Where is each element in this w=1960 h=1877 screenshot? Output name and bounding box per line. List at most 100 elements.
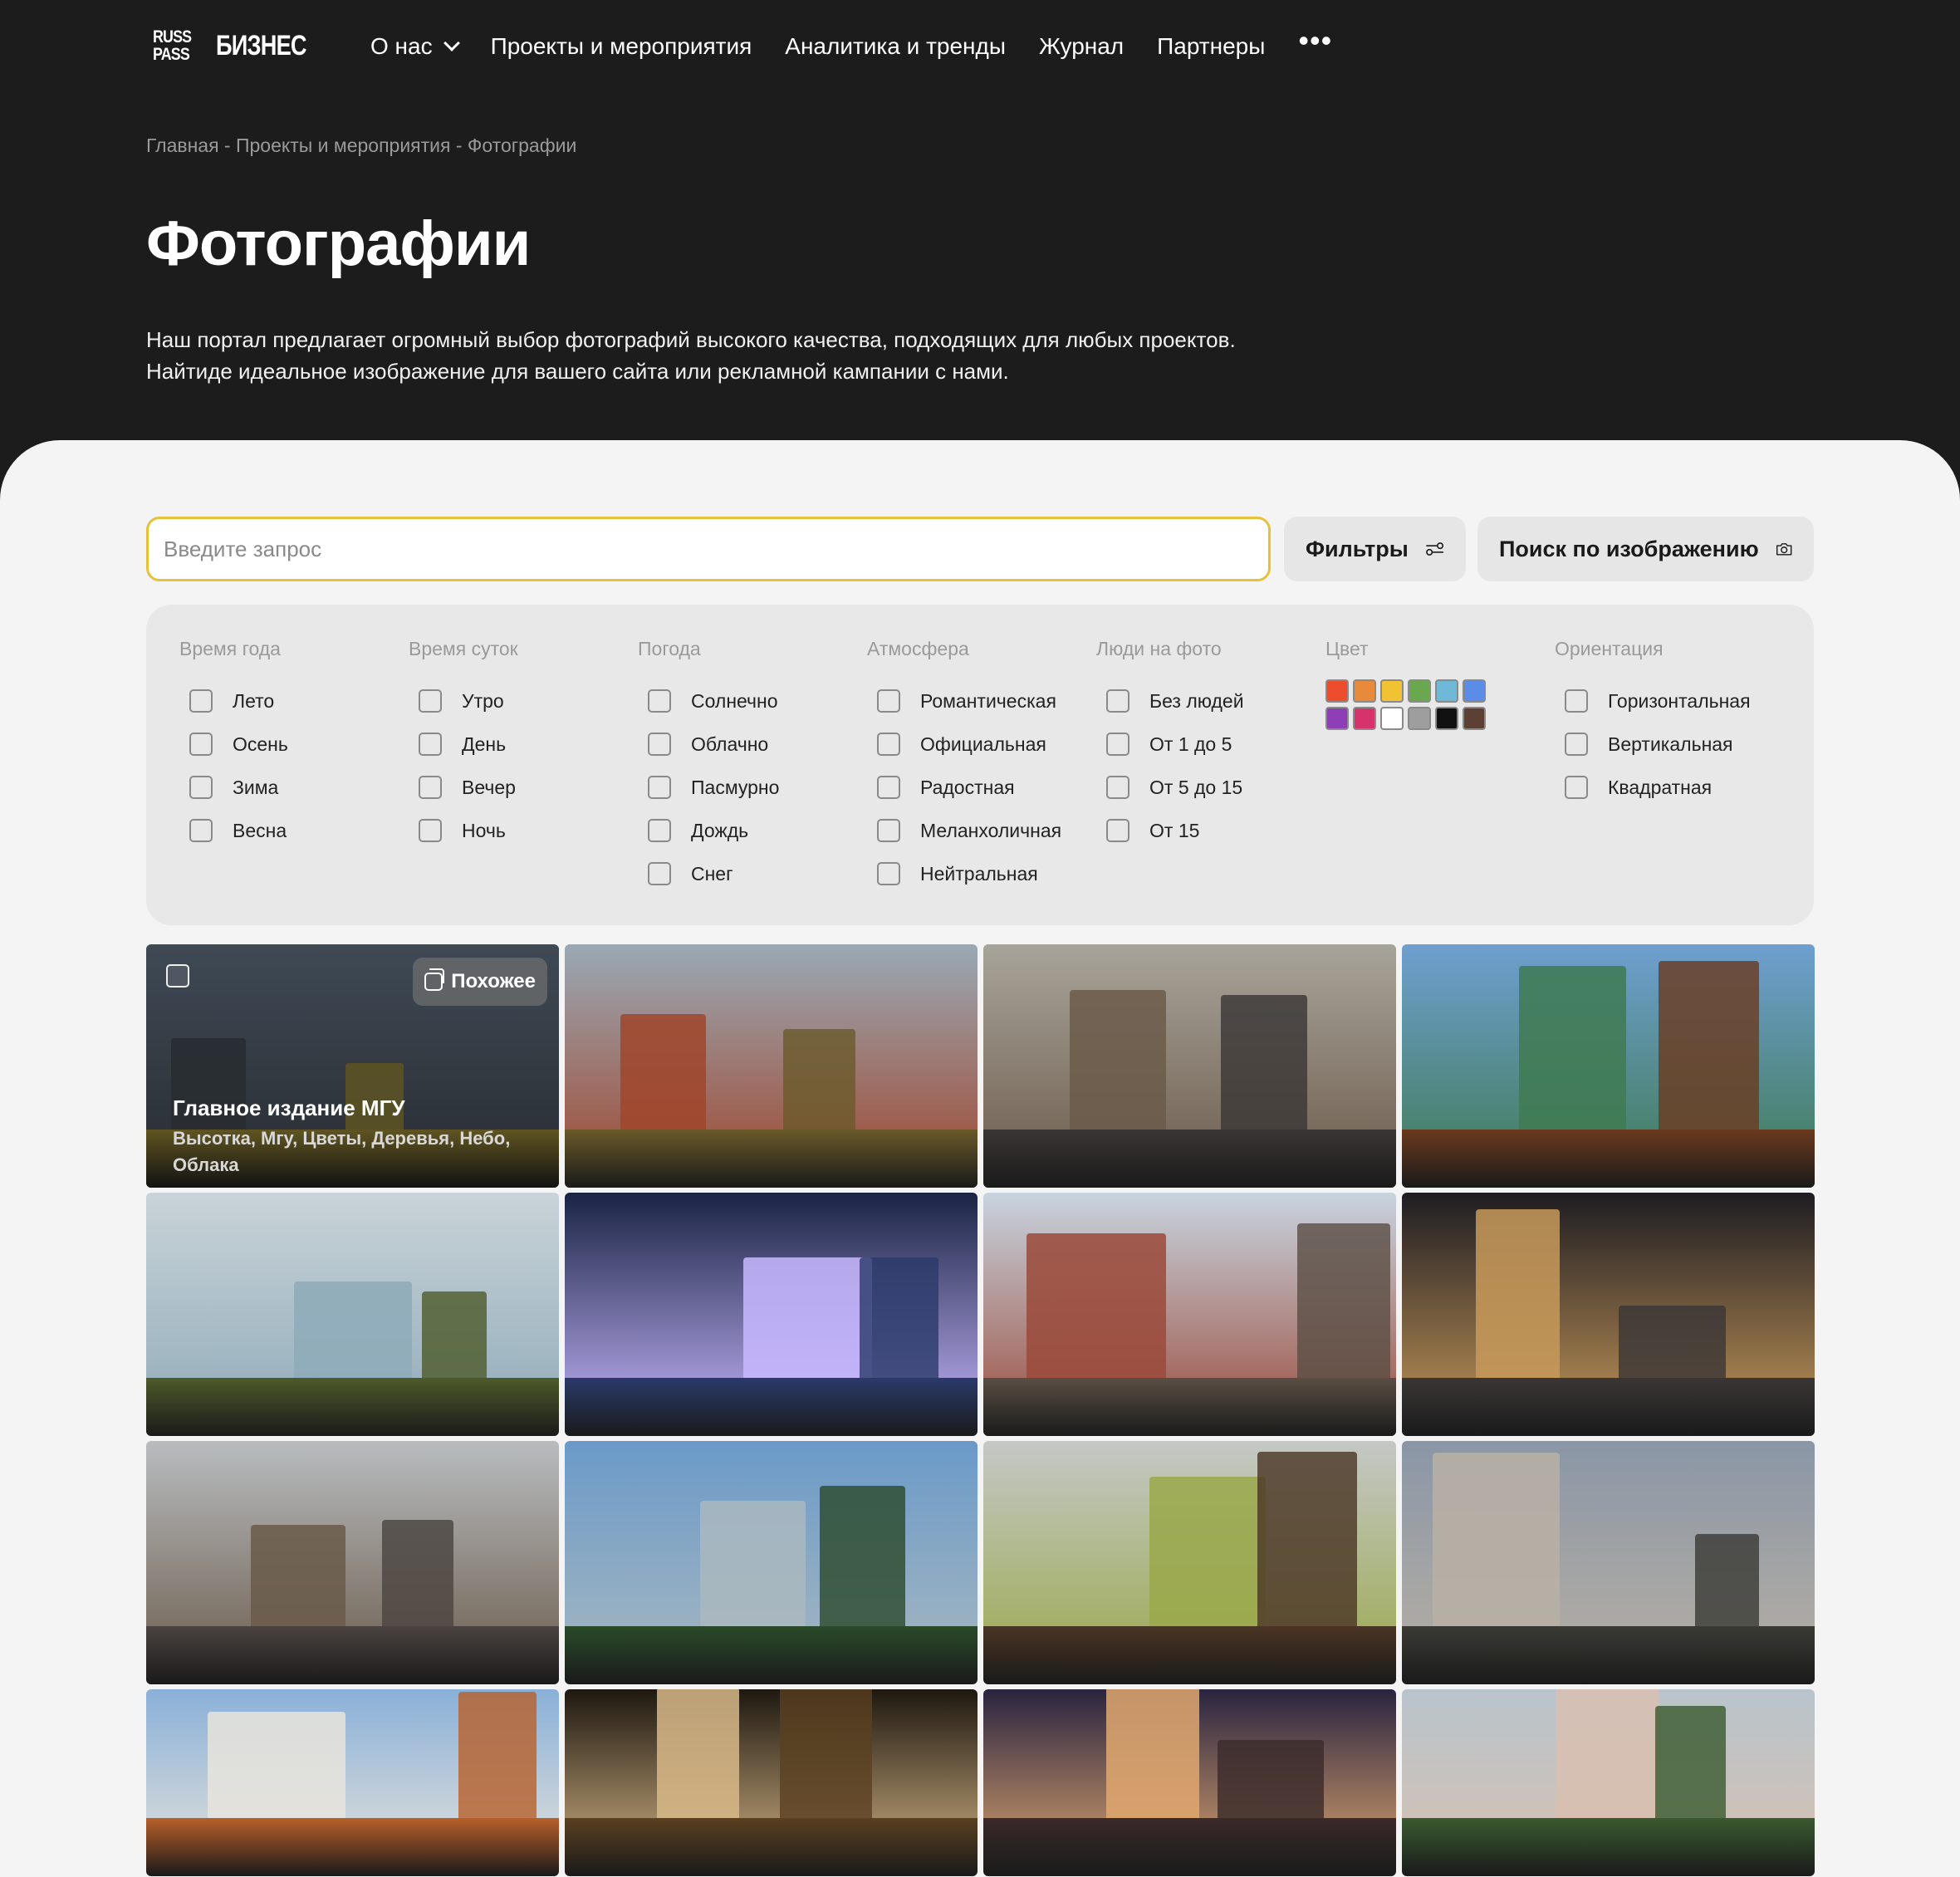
filter-option[interactable]: Радостная xyxy=(867,766,1061,809)
color-swatch[interactable] xyxy=(1325,679,1349,703)
filter-option[interactable]: Меланхоличная xyxy=(867,809,1061,852)
color-swatch[interactable] xyxy=(1435,707,1458,730)
color-swatch[interactable] xyxy=(1380,679,1404,703)
filter-option[interactable]: Официальная xyxy=(867,723,1061,766)
select-checkbox[interactable] xyxy=(166,964,189,988)
checkbox[interactable] xyxy=(877,733,900,756)
photo-tile[interactable] xyxy=(565,1193,978,1436)
checkbox[interactable] xyxy=(1106,776,1129,799)
checkbox[interactable] xyxy=(419,819,442,842)
filter-option[interactable]: Снег xyxy=(638,852,779,895)
photo-tile[interactable] xyxy=(1402,1193,1815,1436)
nav-about[interactable]: О нас xyxy=(370,33,460,60)
color-swatch[interactable] xyxy=(1353,679,1376,703)
photo-tile[interactable] xyxy=(146,1193,559,1436)
photo-tile[interactable] xyxy=(1402,1441,1815,1684)
checkbox[interactable] xyxy=(648,862,671,885)
filters-button[interactable]: Фильтры xyxy=(1284,517,1466,581)
search-input[interactable] xyxy=(164,536,1268,562)
filter-option[interactable]: День xyxy=(409,723,518,766)
filter-option[interactable]: Дождь xyxy=(638,809,779,852)
photo-tile[interactable] xyxy=(983,1193,1396,1436)
checkbox[interactable] xyxy=(419,733,442,756)
checkbox[interactable] xyxy=(419,689,442,713)
russpass-logo[interactable]: RUSS PASS БИЗНЕС xyxy=(153,28,329,63)
color-swatches xyxy=(1325,679,1486,730)
filter-option[interactable]: От 1 до 5 xyxy=(1096,723,1244,766)
filter-option[interactable]: Вечер xyxy=(409,766,518,809)
image-search-button[interactable]: Поиск по изображению xyxy=(1477,517,1814,581)
checkbox[interactable] xyxy=(877,862,900,885)
photo-tile[interactable]: Похожее Главное издание МГУ Высотка, Мгу, … xyxy=(146,944,559,1188)
filter-group-weather: Погода Солнечно Облачно Пасмурно Дождь С… xyxy=(638,638,779,895)
filter-option[interactable]: Без людей xyxy=(1096,679,1244,723)
checkbox[interactable] xyxy=(189,733,213,756)
photo-tile[interactable] xyxy=(146,1689,559,1876)
color-swatch[interactable] xyxy=(1463,679,1486,703)
photo-building xyxy=(860,1257,938,1386)
filter-option[interactable]: Романтическая xyxy=(867,679,1061,723)
search-field[interactable] xyxy=(146,517,1271,581)
filter-group-orientation: Ориентация Горизонтальная Вертикальная К… xyxy=(1555,638,1751,809)
option-label: Солнечно xyxy=(691,689,778,712)
photo-building xyxy=(1476,1209,1560,1386)
photo-tile[interactable] xyxy=(983,1441,1396,1684)
checkbox[interactable] xyxy=(189,819,213,842)
checkbox[interactable] xyxy=(419,776,442,799)
breadcrumb[interactable]: Главная - Проекты и мероприятия - Фотогр… xyxy=(146,135,576,157)
photo-tile[interactable] xyxy=(565,944,978,1188)
checkbox[interactable] xyxy=(1565,689,1588,713)
filter-option[interactable]: Весна xyxy=(179,809,288,852)
nav-analytics[interactable]: Аналитика и тренды xyxy=(785,33,1006,60)
filter-option[interactable]: Осень xyxy=(179,723,288,766)
nav-projects[interactable]: Проекты и мероприятия xyxy=(491,33,752,60)
checkbox[interactable] xyxy=(648,689,671,713)
color-swatch[interactable] xyxy=(1380,707,1404,730)
nav-partners[interactable]: Партнеры xyxy=(1157,33,1265,60)
checkbox[interactable] xyxy=(877,819,900,842)
checkbox[interactable] xyxy=(1106,819,1129,842)
photo-building xyxy=(1070,990,1166,1138)
color-swatch[interactable] xyxy=(1353,707,1376,730)
filter-option[interactable]: Зима xyxy=(179,766,288,809)
checkbox[interactable] xyxy=(877,689,900,713)
photo-tile[interactable] xyxy=(1402,1689,1815,1876)
filter-option[interactable]: Солнечно xyxy=(638,679,779,723)
filter-option[interactable]: Ночь xyxy=(409,809,518,852)
photo-tile[interactable] xyxy=(146,1441,559,1684)
color-swatch[interactable] xyxy=(1435,679,1458,703)
photo-ground xyxy=(983,1378,1396,1436)
similar-button[interactable]: Похожее xyxy=(413,958,547,1006)
checkbox[interactable] xyxy=(648,819,671,842)
checkbox[interactable] xyxy=(648,733,671,756)
checkbox[interactable] xyxy=(877,776,900,799)
nav-journal[interactable]: Журнал xyxy=(1039,33,1124,60)
color-swatch[interactable] xyxy=(1463,707,1486,730)
filter-option[interactable]: Пасмурно xyxy=(638,766,779,809)
filter-option[interactable]: Нейтральная xyxy=(867,852,1061,895)
photo-tile[interactable] xyxy=(565,1441,978,1684)
checkbox[interactable] xyxy=(189,689,213,713)
checkbox[interactable] xyxy=(1565,733,1588,756)
filter-option[interactable]: Вертикальная xyxy=(1555,723,1751,766)
checkbox[interactable] xyxy=(1565,776,1588,799)
color-swatch[interactable] xyxy=(1408,707,1431,730)
filter-option[interactable]: Утро xyxy=(409,679,518,723)
filter-option[interactable]: От 5 до 15 xyxy=(1096,766,1244,809)
color-swatch[interactable] xyxy=(1408,679,1431,703)
photo-tile[interactable] xyxy=(983,1689,1396,1876)
more-icon[interactable]: ••• xyxy=(1298,26,1332,56)
checkbox[interactable] xyxy=(1106,689,1129,713)
checkbox[interactable] xyxy=(1106,733,1129,756)
checkbox[interactable] xyxy=(648,776,671,799)
filter-option[interactable]: Лето xyxy=(179,679,288,723)
filter-option[interactable]: Облачно xyxy=(638,723,779,766)
filter-option[interactable]: От 15 xyxy=(1096,809,1244,852)
photo-tile[interactable] xyxy=(565,1689,978,1876)
filter-option[interactable]: Квадратная xyxy=(1555,766,1751,809)
photo-tile[interactable] xyxy=(1402,944,1815,1188)
filter-option[interactable]: Горизонтальная xyxy=(1555,679,1751,723)
color-swatch[interactable] xyxy=(1325,707,1349,730)
checkbox[interactable] xyxy=(189,776,213,799)
photo-tile[interactable] xyxy=(983,944,1396,1188)
